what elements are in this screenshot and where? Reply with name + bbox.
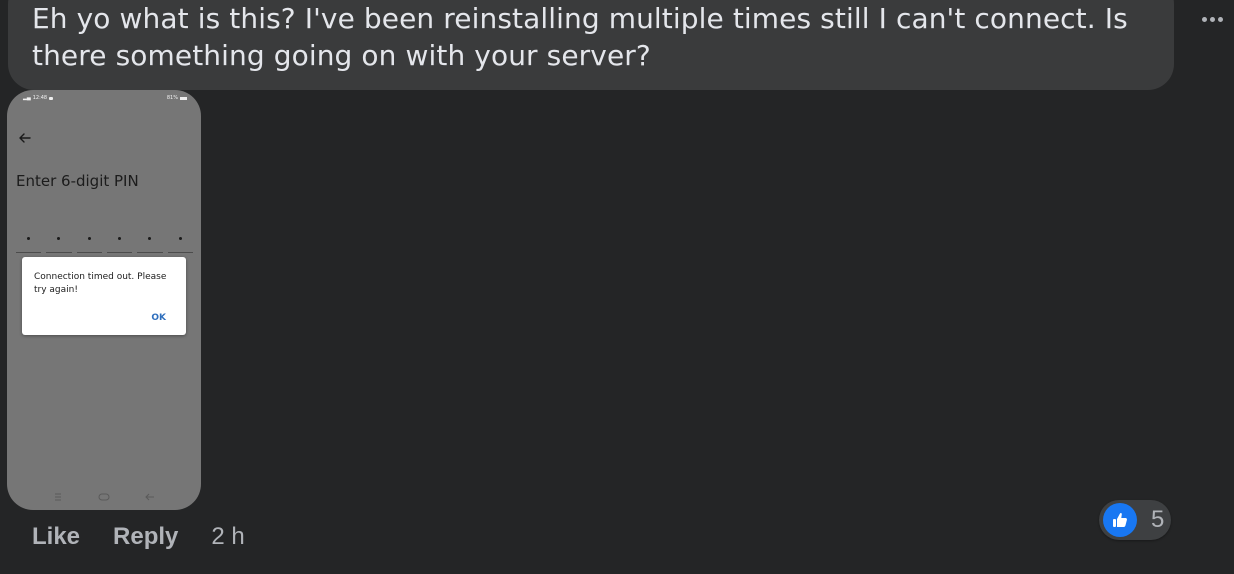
comment-text: Eh yo what is this? I've been reinstalli…: [32, 0, 1150, 74]
status-time: 12:48: [32, 95, 48, 101]
pin-digit-box: [137, 228, 163, 253]
back-arrow-icon: [19, 133, 31, 143]
home-icon: [98, 493, 110, 501]
comment-actions: Like Reply 2 h: [32, 523, 245, 551]
pin-digit-box: [167, 228, 193, 253]
error-dialog: Connection timed out. Please try again! …: [22, 257, 186, 335]
back-icon: [145, 493, 154, 501]
attached-screenshot[interactable]: ▂▄ 12:48 81% Enter 6-digit PIN Connectio…: [7, 90, 201, 510]
menu-icon: [55, 493, 61, 501]
reply-button[interactable]: Reply: [113, 523, 178, 551]
reaction-count: 5: [1151, 506, 1165, 533]
signal-icon: ▂▄: [23, 95, 31, 101]
like-button[interactable]: Like: [32, 523, 80, 551]
notification-icon: [49, 96, 54, 100]
pin-digit-box: [16, 228, 42, 253]
pin-input-group: [16, 228, 193, 253]
comment-bubble: Eh yo what is this? I've been reinstalli…: [8, 0, 1174, 90]
battery-icon: [180, 96, 187, 100]
dialog-ok-button: OK: [151, 313, 166, 323]
thumbs-up-icon: [1103, 503, 1137, 537]
more-options-button[interactable]: [1196, 6, 1228, 32]
comment-text-line-2: there something going on with your serve…: [32, 39, 651, 72]
pin-digit-box: [46, 228, 72, 253]
status-battery: 81%: [166, 95, 178, 101]
phone-nav-bar: [7, 490, 201, 504]
pin-digit-box: [106, 228, 133, 253]
phone-status-bar: ▂▄ 12:48 81%: [23, 94, 187, 102]
comment-text-line-1: Eh yo what is this? I've been reinstalli…: [32, 2, 1128, 35]
dialog-message: Connection timed out. Please try again!: [34, 272, 167, 295]
timestamp[interactable]: 2 h: [211, 523, 244, 551]
pin-digit-box: [76, 228, 102, 253]
pin-screen-title: Enter 6-digit PIN: [16, 172, 139, 190]
more-horizontal-icon: [1201, 16, 1207, 22]
reaction-summary[interactable]: 5: [1099, 500, 1171, 540]
